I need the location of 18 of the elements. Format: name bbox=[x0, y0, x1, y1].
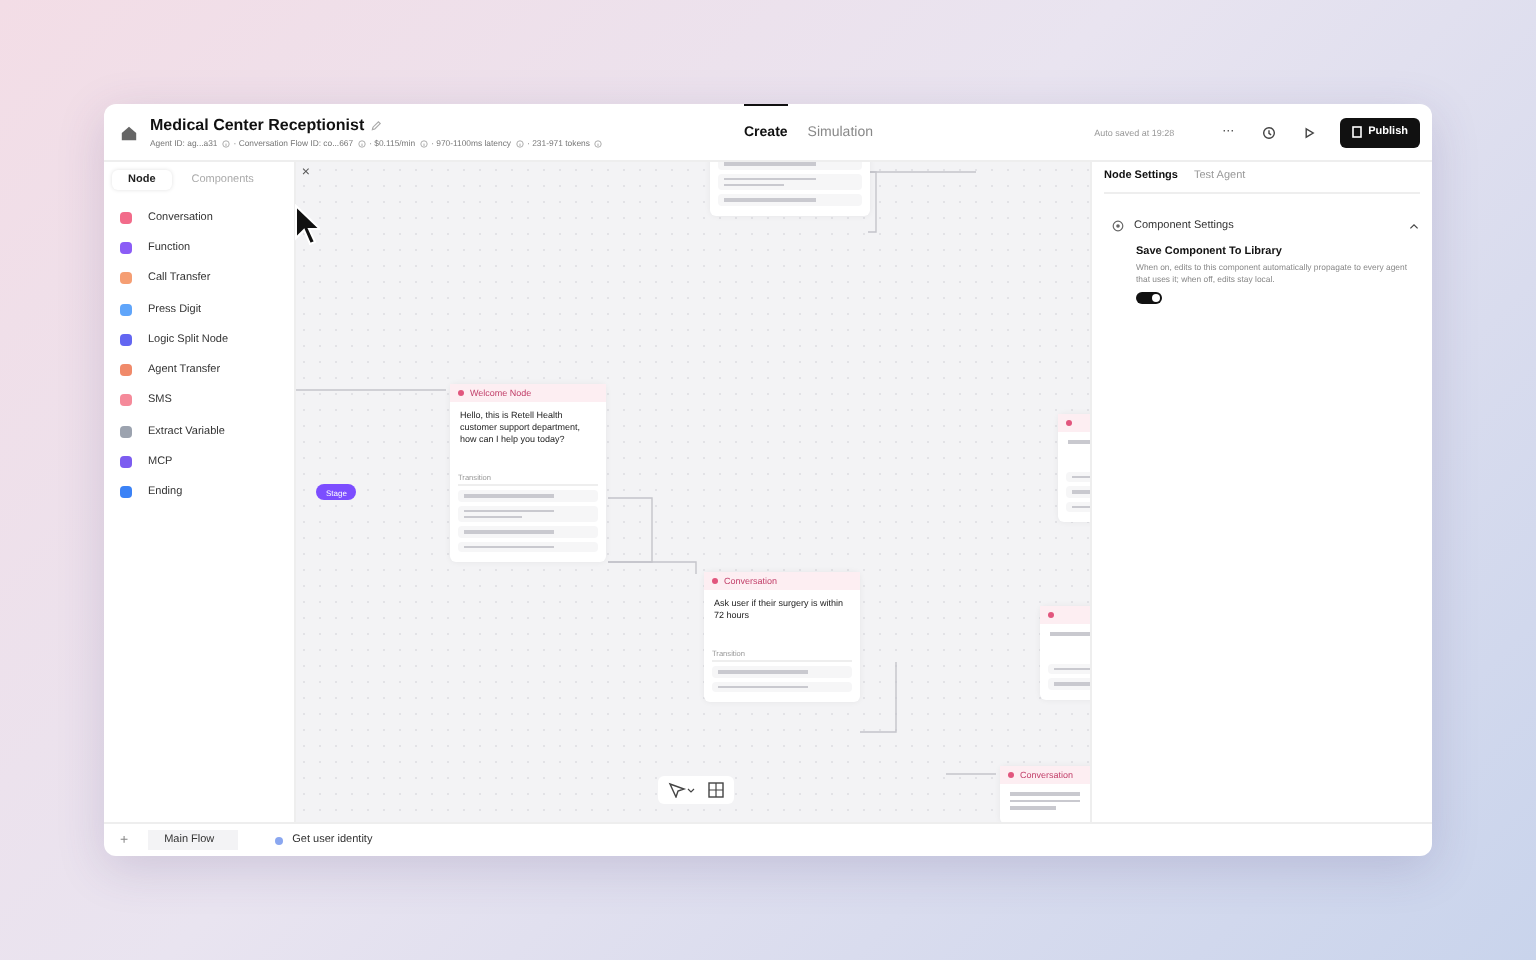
info-icon[interactable] bbox=[221, 139, 230, 147]
component-icon bbox=[1112, 220, 1124, 232]
circle-icon bbox=[274, 835, 285, 845]
toggle-switch[interactable] bbox=[1136, 292, 1162, 305]
edit-icon[interactable] bbox=[370, 119, 383, 131]
home-icon[interactable] bbox=[120, 123, 138, 141]
chevron-icon[interactable] bbox=[1408, 220, 1420, 232]
info-icon[interactable] bbox=[357, 139, 366, 147]
pointer-icon[interactable] bbox=[668, 782, 696, 798]
history-icon bbox=[1261, 125, 1276, 139]
agent-title: Medical Center Receptionist bbox=[150, 116, 365, 134]
document-icon bbox=[1352, 126, 1363, 138]
info-icon[interactable] bbox=[515, 139, 524, 147]
grid-icon[interactable] bbox=[708, 782, 724, 798]
play-icon bbox=[1301, 125, 1316, 139]
info-icon[interactable] bbox=[419, 139, 428, 147]
flow-node[interactable] bbox=[710, 162, 870, 215]
info-icon[interactable] bbox=[593, 139, 602, 147]
